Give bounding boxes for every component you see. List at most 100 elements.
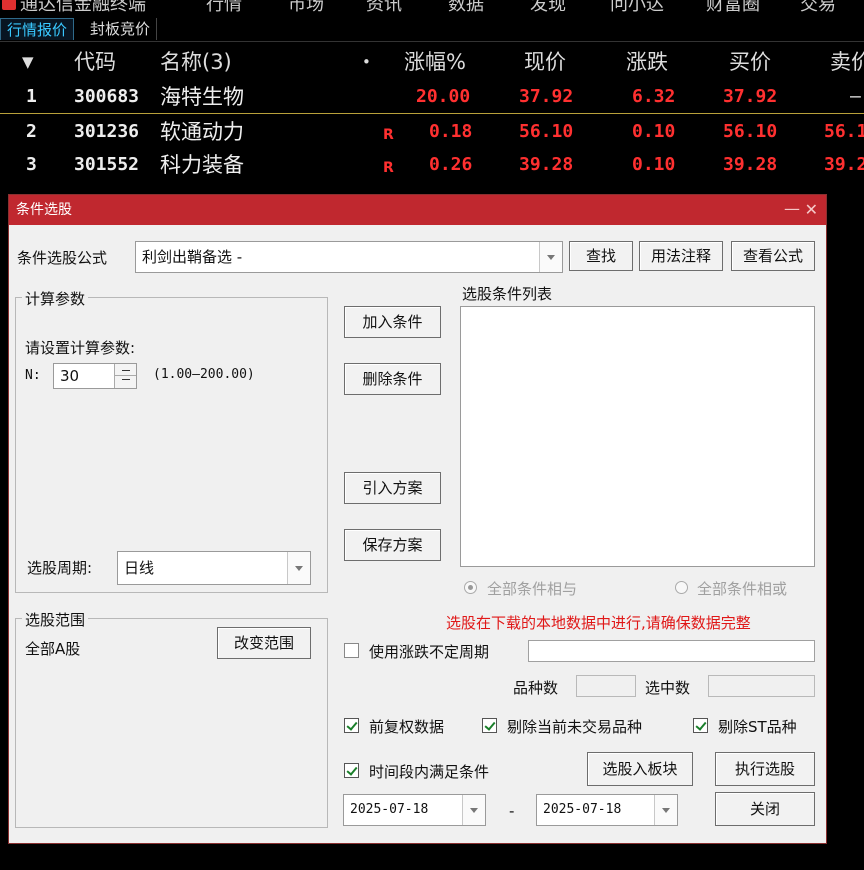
- count-field: [576, 675, 636, 697]
- scope-group-title: 选股范围: [22, 609, 89, 630]
- row-ask: 39.2: [824, 154, 864, 175]
- row-bid: 39.28: [723, 154, 778, 175]
- menu-data[interactable]: 数据: [448, 0, 484, 15]
- spin-down-icon[interactable]: [114, 376, 136, 388]
- date-separator: -: [509, 802, 515, 820]
- save-scheme-button[interactable]: 保存方案: [344, 529, 441, 561]
- close-button[interactable]: 关闭: [715, 792, 815, 826]
- date-to-picker[interactable]: 2025-07-18: [536, 794, 678, 826]
- margin-flag-badge: R: [383, 160, 394, 176]
- exclude-st-checkbox[interactable]: [693, 718, 708, 733]
- row-code: 300683: [74, 86, 140, 107]
- menu-quotes[interactable]: 行情: [206, 0, 242, 15]
- condition-list-title: 选股条件列表: [462, 285, 553, 303]
- radio-all-or[interactable]: [675, 581, 688, 594]
- menu-wealth[interactable]: 财富圈: [706, 0, 760, 15]
- row-code: 301552: [74, 154, 140, 175]
- row-change: 0.10: [632, 154, 676, 175]
- chevron-down-icon[interactable]: [654, 795, 677, 825]
- params-group-title: 计算参数: [22, 288, 89, 309]
- col-bid[interactable]: 买价: [729, 45, 771, 79]
- formula-value: 利剑出鞘备选 -: [142, 248, 243, 266]
- exclude-untraded-label: 剔除当前未交易品种: [507, 718, 643, 736]
- col-ask[interactable]: 卖价: [830, 45, 864, 79]
- params-prompt: 请设置计算参数:: [25, 339, 136, 357]
- exclude-st-label: 剔除ST品种: [718, 718, 797, 736]
- view-formula-button[interactable]: 查看公式: [731, 241, 815, 271]
- row-price: 39.28: [519, 154, 574, 175]
- row-ask: —: [850, 86, 861, 107]
- row-price: 56.10: [519, 121, 574, 142]
- row-code: 301236: [74, 121, 140, 142]
- row-change-pct: 0.26: [429, 154, 473, 175]
- date-from-value: 2025-07-18: [350, 802, 429, 817]
- sort-toggle-icon[interactable]: ▼: [22, 45, 34, 79]
- spin-up-icon[interactable]: [114, 364, 136, 376]
- variable-period-input[interactable]: [528, 640, 815, 662]
- selected-count-field: [708, 675, 815, 697]
- exclude-untraded-checkbox[interactable]: [482, 718, 497, 733]
- menu-ask[interactable]: 问小达: [610, 0, 664, 15]
- timerange-checkbox[interactable]: [344, 763, 359, 778]
- table-row[interactable]: 3 301552 科力装备 R 0.26 39.28 0.10 39.28 39…: [0, 148, 864, 182]
- dialog-title: 条件选股: [16, 202, 72, 218]
- scope-value: 全部A股: [25, 640, 81, 658]
- menu-discover[interactable]: 发现: [530, 0, 566, 15]
- delete-condition-button[interactable]: 删除条件: [344, 363, 441, 395]
- param-n-stepper[interactable]: 30: [53, 363, 137, 389]
- formula-select[interactable]: 利剑出鞘备选 -: [135, 241, 563, 273]
- condition-list[interactable]: [460, 306, 815, 567]
- chevron-down-icon[interactable]: [462, 795, 485, 825]
- row-change-pct: 0.18: [429, 121, 473, 142]
- minimize-icon[interactable]: —: [784, 195, 800, 223]
- use-variable-period-checkbox[interactable]: [344, 643, 359, 658]
- import-scheme-button[interactable]: 引入方案: [344, 472, 441, 504]
- col-dot: •: [362, 53, 371, 71]
- dialog-title-bar[interactable]: 条件选股 — ✕: [9, 195, 826, 225]
- formula-label: 条件选股公式: [17, 249, 108, 267]
- top-menu-bar: 通达信金融终端 行情 市场 资讯 数据 发现 问小达 财富圈 交易: [0, 0, 864, 15]
- adjusted-data-checkbox[interactable]: [344, 718, 359, 733]
- row-bid: 56.10: [723, 121, 778, 142]
- close-icon[interactable]: ✕: [805, 195, 818, 224]
- col-price[interactable]: 现价: [524, 45, 566, 79]
- margin-flag-badge: R: [383, 127, 394, 143]
- add-to-block-button[interactable]: 选股入板块: [587, 752, 693, 786]
- usage-notes-button[interactable]: 用法注释: [639, 241, 723, 271]
- row-change: 0.10: [632, 121, 676, 142]
- param-range: (1.00—200.00): [153, 367, 255, 382]
- date-from-picker[interactable]: 2025-07-18: [343, 794, 486, 826]
- add-condition-button[interactable]: 加入条件: [344, 306, 441, 338]
- table-row[interactable]: 2 301236 软通动力 R 0.18 56.10 0.10 56.10 56…: [0, 115, 864, 149]
- param-n-value[interactable]: 30: [60, 364, 79, 388]
- col-name[interactable]: 名称(3): [160, 45, 232, 79]
- menu-app-title[interactable]: 通达信金融终端: [20, 0, 146, 15]
- table-row[interactable]: 1 300683 海特生物 20.00 37.92 6.32 37.92 —: [0, 80, 864, 114]
- row-ask: 56.1: [824, 121, 864, 142]
- change-scope-button[interactable]: 改变范围: [217, 627, 311, 659]
- radio-all-or-label: 全部条件相或: [697, 580, 788, 598]
- count-label: 品种数: [513, 679, 559, 697]
- period-select[interactable]: 日线: [117, 551, 311, 585]
- chevron-down-icon[interactable]: [287, 552, 310, 584]
- radio-all-and[interactable]: [464, 581, 477, 594]
- menu-trade[interactable]: 交易: [800, 0, 836, 15]
- col-change[interactable]: 涨跌: [626, 45, 668, 79]
- row-change-pct: 20.00: [416, 86, 471, 107]
- tab-limit-auction[interactable]: 封板竞价: [84, 18, 158, 40]
- data-warning: 选股在下载的本地数据中进行,请确保数据完整: [446, 614, 751, 632]
- selected-count-label: 选中数: [645, 679, 691, 697]
- find-button[interactable]: 查找: [569, 241, 633, 271]
- app-logo-icon: [2, 0, 16, 10]
- period-label: 选股周期:: [27, 559, 93, 577]
- condition-screening-dialog: 条件选股 — ✕ 条件选股公式 利剑出鞘备选 - 查找 用法注释 查看公式 计算…: [8, 194, 827, 844]
- tab-quotes[interactable]: 行情报价: [0, 18, 75, 40]
- row-index: 3: [26, 154, 37, 175]
- menu-news[interactable]: 资讯: [366, 0, 402, 15]
- execute-screening-button[interactable]: 执行选股: [715, 752, 815, 786]
- col-change-pct[interactable]: 涨幅%: [404, 45, 466, 79]
- row-name: 软通动力: [160, 120, 244, 144]
- col-code[interactable]: 代码: [74, 45, 116, 79]
- chevron-down-icon[interactable]: [539, 242, 562, 272]
- menu-market[interactable]: 市场: [288, 0, 324, 15]
